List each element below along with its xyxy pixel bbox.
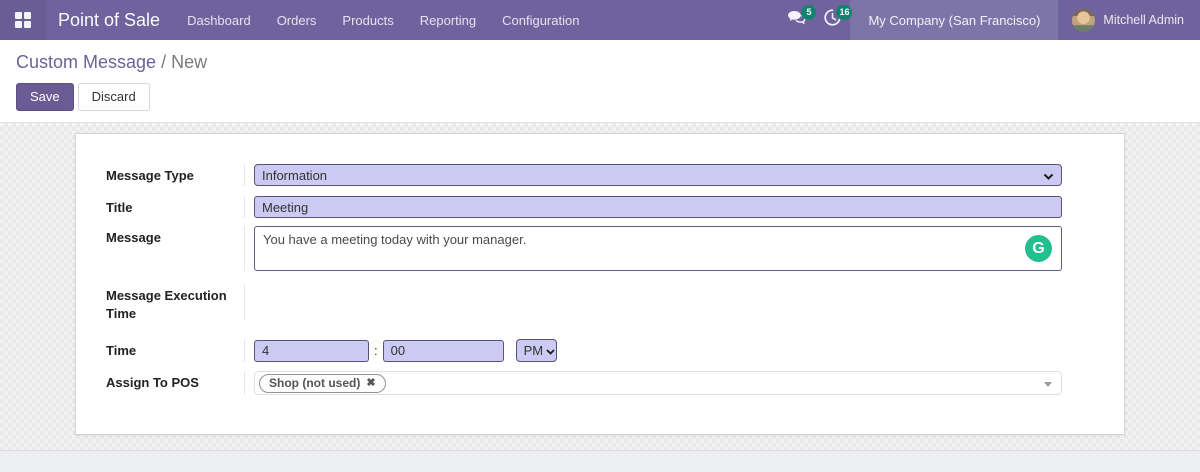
- menu-item-configuration[interactable]: Configuration: [489, 0, 592, 40]
- time-minute-input[interactable]: [383, 340, 504, 362]
- user-avatar: [1072, 9, 1095, 32]
- navbar-right: 5 16 My Company (San Francisco) Mitchell…: [778, 0, 1200, 40]
- discard-button[interactable]: Discard: [78, 83, 150, 111]
- assign-pos-row: Assign To POS Shop (not used) ✖: [106, 371, 1062, 395]
- breadcrumb-parent-link[interactable]: Custom Message: [16, 52, 156, 72]
- activities-button[interactable]: 16: [814, 0, 850, 40]
- chevron-down-icon: [546, 343, 555, 358]
- menu-item-products[interactable]: Products: [329, 0, 406, 40]
- user-name: Mitchell Admin: [1103, 13, 1184, 27]
- message-type-row: Message Type Information: [106, 164, 1062, 186]
- time-label: Time: [106, 339, 244, 360]
- menu-item-orders[interactable]: Orders: [264, 0, 330, 40]
- message-label: Message: [106, 226, 244, 247]
- content-background: Message Type Information Title Message Y: [0, 123, 1200, 450]
- tag-remove-icon[interactable]: ✖: [366, 376, 375, 391]
- pos-tag-label: Shop (not used): [269, 376, 360, 391]
- dropdown-caret-icon[interactable]: [1044, 382, 1052, 387]
- menu-item-dashboard[interactable]: Dashboard: [174, 0, 264, 40]
- time-separator: :: [374, 343, 378, 358]
- title-row: Title: [106, 196, 1062, 218]
- message-type-value: Information: [262, 168, 327, 183]
- app-title: Point of Sale: [46, 0, 174, 40]
- assign-pos-field[interactable]: Shop (not used) ✖: [254, 371, 1062, 395]
- message-type-select[interactable]: Information: [254, 164, 1062, 186]
- execution-time-label: Message Execution Time: [106, 284, 244, 323]
- main-menu: Dashboard Orders Products Reporting Conf…: [174, 0, 592, 40]
- grammarly-icon[interactable]: G: [1025, 235, 1052, 262]
- activities-badge: 16: [836, 5, 852, 20]
- pos-tag: Shop (not used) ✖: [259, 374, 386, 393]
- breadcrumb-current: New: [171, 52, 207, 72]
- message-type-label: Message Type: [106, 164, 244, 185]
- time-row: Time : PM: [106, 339, 1062, 362]
- bottom-strip: [0, 450, 1200, 472]
- menu-item-reporting[interactable]: Reporting: [407, 0, 489, 40]
- apps-grid-icon: [15, 12, 31, 28]
- top-navbar: Point of Sale Dashboard Orders Products …: [0, 0, 1200, 40]
- message-textarea[interactable]: You have a meeting today with your manag…: [254, 226, 1062, 271]
- form-sheet: Message Type Information Title Message Y: [75, 133, 1125, 435]
- message-row: Message You have a meeting today with yo…: [106, 226, 1062, 271]
- execution-time-section-row: Message Execution Time: [106, 284, 1062, 323]
- chevron-down-icon: [1043, 168, 1054, 183]
- assign-pos-label: Assign To POS: [106, 371, 244, 392]
- messages-button[interactable]: 5: [778, 0, 814, 40]
- apps-menu-button[interactable]: [0, 0, 46, 40]
- breadcrumb-separator: /: [161, 52, 166, 72]
- time-hour-input[interactable]: [254, 340, 369, 362]
- control-panel: Custom Message / New Save Discard: [0, 40, 1200, 123]
- control-panel-buttons: Save Discard: [16, 83, 1184, 111]
- time-meridiem-select[interactable]: PM: [516, 339, 557, 362]
- time-meridiem-value: PM: [524, 343, 544, 358]
- title-label: Title: [106, 196, 244, 217]
- company-switcher[interactable]: My Company (San Francisco): [850, 0, 1058, 40]
- title-input[interactable]: [254, 196, 1062, 218]
- breadcrumb: Custom Message / New: [16, 50, 1184, 74]
- user-menu[interactable]: Mitchell Admin: [1058, 0, 1200, 40]
- save-button[interactable]: Save: [16, 83, 74, 111]
